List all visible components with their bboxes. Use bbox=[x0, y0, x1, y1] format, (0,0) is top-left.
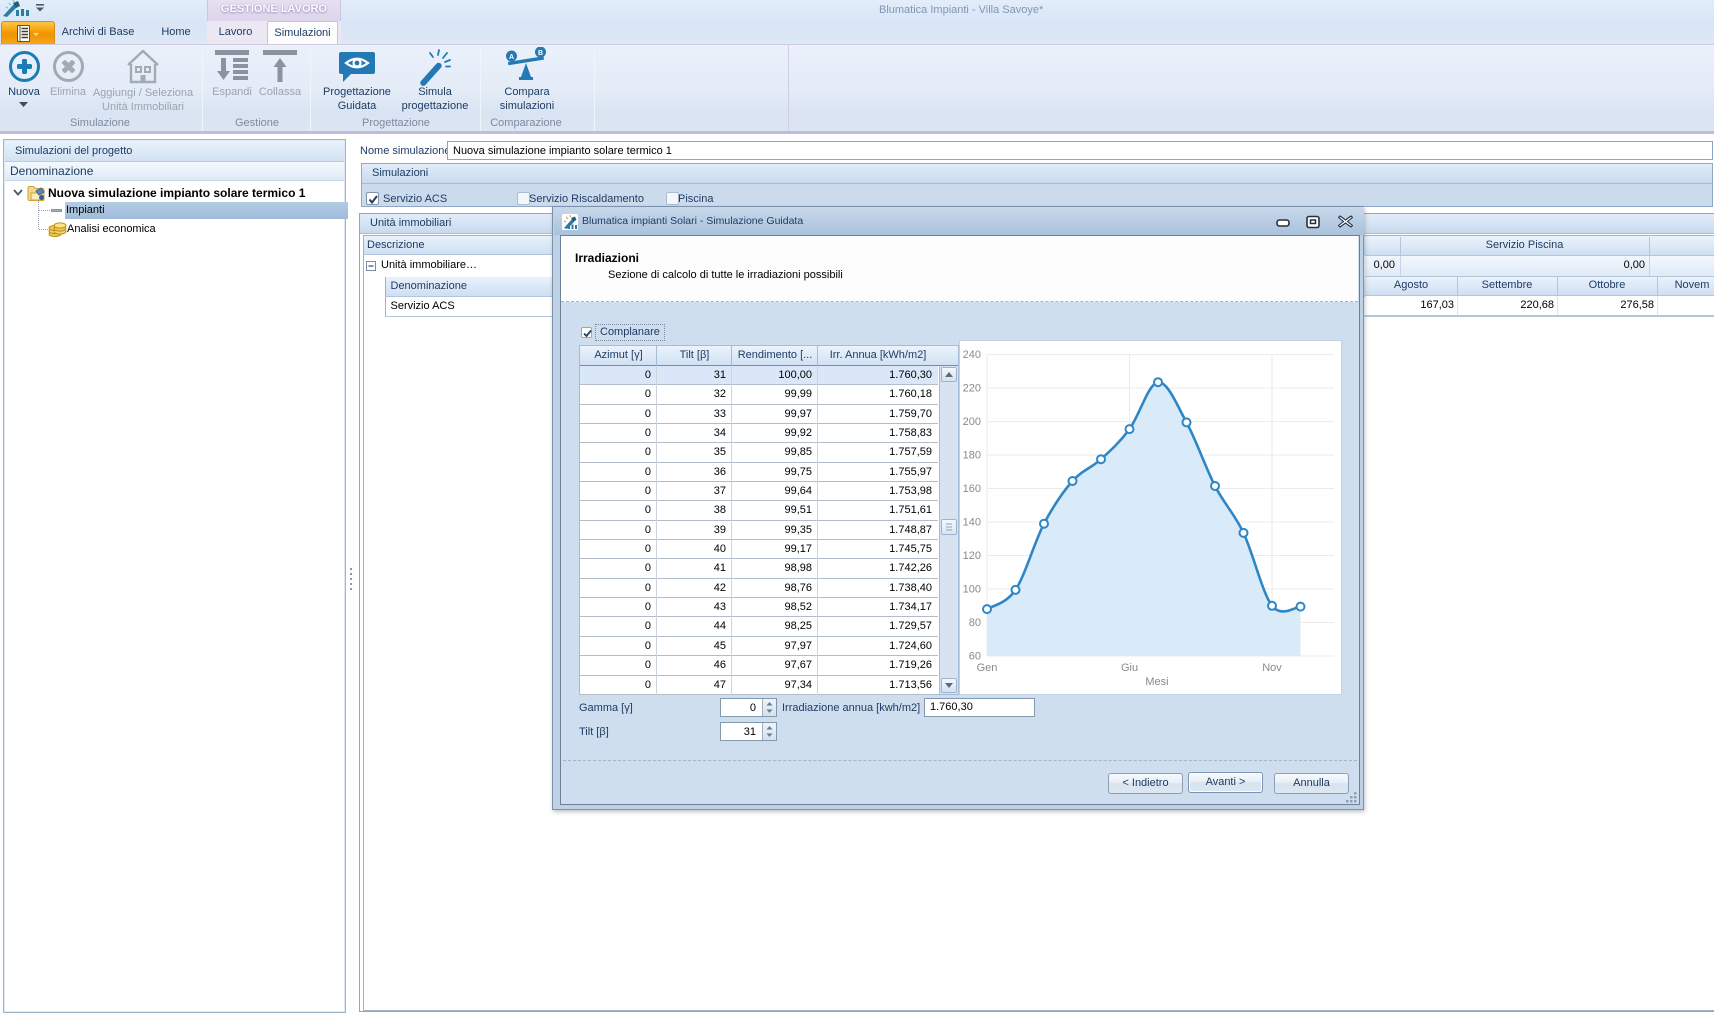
svg-text:Mesi: Mesi bbox=[1145, 676, 1168, 688]
svg-text:100: 100 bbox=[963, 584, 981, 596]
svg-text:140: 140 bbox=[963, 517, 981, 529]
svg-text:160: 160 bbox=[963, 483, 981, 495]
svg-text:A: A bbox=[509, 54, 514, 61]
svg-text:240: 240 bbox=[963, 349, 981, 361]
svg-text:80: 80 bbox=[969, 617, 981, 629]
svg-text:Nov: Nov bbox=[1262, 662, 1282, 674]
svg-text:200: 200 bbox=[963, 416, 981, 428]
svg-text:B: B bbox=[538, 50, 543, 57]
svg-text:180: 180 bbox=[963, 450, 981, 462]
svg-text:60: 60 bbox=[969, 651, 981, 663]
svg-text:120: 120 bbox=[963, 550, 981, 562]
svg-text:Giu: Giu bbox=[1121, 662, 1138, 674]
svg-text:220: 220 bbox=[963, 383, 981, 395]
svg-text:Gen: Gen bbox=[977, 662, 998, 674]
